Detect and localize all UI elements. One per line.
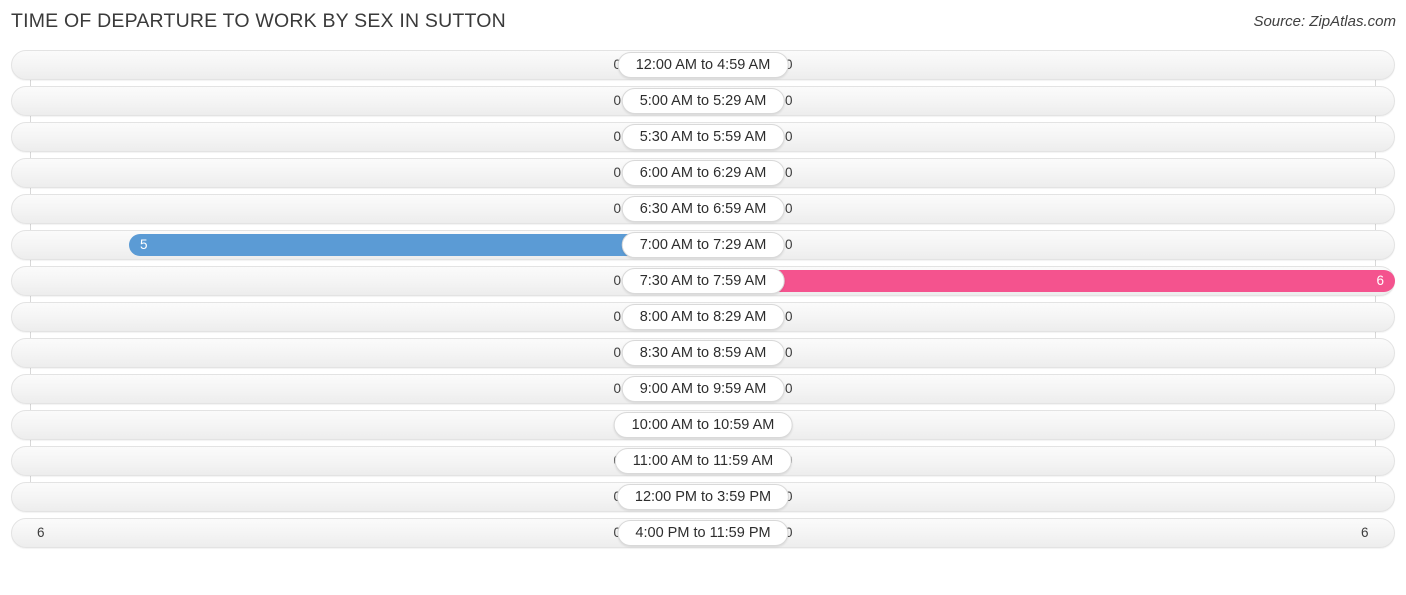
source-attribution: Source: ZipAtlas.com (1253, 13, 1396, 30)
bar-value-female: 0 (785, 237, 793, 252)
bar-value-female: 0 (785, 165, 793, 180)
bar-value-male: 0 (613, 201, 621, 216)
chart-row: 0 0 8:00 AM to 8:29 AM (0, 302, 1406, 332)
bar-value-male: 5 (140, 237, 148, 252)
bar-value-female: 0 (785, 201, 793, 216)
row-category-label: 5:30 AM to 5:59 AM (621, 124, 785, 150)
row-category-label: 8:00 AM to 8:29 AM (621, 304, 785, 330)
chart-row: 0 6 7:30 AM to 7:59 AM (0, 266, 1406, 296)
chart-row: 0012:00 PM to 3:59 PM (0, 482, 1406, 512)
chart-plot-area: 0012:00 AM to 4:59 AM005:00 AM to 5:29 A… (0, 44, 1406, 556)
row-category-label: 6:00 AM to 6:29 AM (621, 160, 785, 186)
bar-value-male: 0 (613, 345, 621, 360)
chart-row: 5 0 7:00 AM to 7:29 AM (0, 230, 1406, 260)
row-category-label: 4:00 PM to 11:59 PM (617, 520, 789, 546)
chart-row: 0 0 5:00 AM to 5:29 AM (0, 86, 1406, 116)
bar-male[interactable]: 5 (129, 234, 703, 256)
bar-value-female: 0 (785, 309, 793, 324)
row-category-label: 10:00 AM to 10:59 AM (613, 412, 793, 438)
row-category-label: 12:00 AM to 4:59 AM (617, 52, 789, 78)
bar-value-female: 0 (785, 129, 793, 144)
bar-value-male: 0 (613, 309, 621, 324)
chart-row: 0011:00 AM to 11:59 AM (0, 446, 1406, 476)
bar-value-male: 0 (613, 381, 621, 396)
bar-value-male: 0 (613, 129, 621, 144)
bar-value-male: 0 (613, 165, 621, 180)
row-category-label: 6:30 AM to 6:59 AM (621, 196, 785, 222)
chart-row: 0 0 9:00 AM to 9:59 AM (0, 374, 1406, 404)
chart-header: TIME OF DEPARTURE TO WORK BY SEX IN SUTT… (0, 0, 1406, 44)
row-category-label: 7:00 AM to 7:29 AM (621, 232, 785, 258)
row-category-label: 5:00 AM to 5:29 AM (621, 88, 785, 114)
bar-value-female: 0 (785, 345, 793, 360)
bar-female[interactable]: 6 (703, 270, 1395, 292)
bar-value-female: 0 (785, 381, 793, 396)
row-category-label: 11:00 AM to 11:59 AM (614, 448, 792, 474)
row-category-label: 12:00 PM to 3:59 PM (616, 484, 790, 510)
chart-row: 0010:00 AM to 10:59 AM (0, 410, 1406, 440)
row-category-label: 9:00 AM to 9:59 AM (621, 376, 785, 402)
chart-row: 0 0 6:30 AM to 6:59 AM (0, 194, 1406, 224)
bar-value-male: 0 (613, 93, 621, 108)
chart-row: 0 0 5:30 AM to 5:59 AM (0, 122, 1406, 152)
row-category-label: 7:30 AM to 7:59 AM (621, 268, 785, 294)
chart-row: 0 0 6:00 AM to 6:29 AM (0, 158, 1406, 188)
bar-value-female: 0 (785, 93, 793, 108)
bar-value-female: 6 (1376, 273, 1384, 288)
bar-value-male: 0 (613, 273, 621, 288)
chart-row: 0 0 8:30 AM to 8:59 AM (0, 338, 1406, 368)
page-title: TIME OF DEPARTURE TO WORK BY SEX IN SUTT… (11, 10, 506, 32)
row-category-label: 8:30 AM to 8:59 AM (621, 340, 785, 366)
chart-rows: 0012:00 AM to 4:59 AM005:00 AM to 5:29 A… (0, 50, 1406, 554)
chart-row: 0012:00 AM to 4:59 AM (0, 50, 1406, 80)
chart-page: TIME OF DEPARTURE TO WORK BY SEX IN SUTT… (0, 0, 1406, 595)
